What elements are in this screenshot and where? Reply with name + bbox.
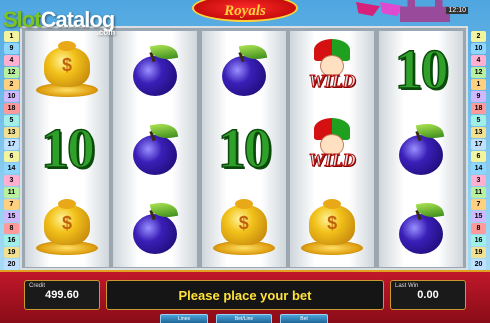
gold-bag-icon: $ (301, 199, 364, 257)
watermark: SlotCatalog .com (3, 7, 116, 37)
gold-bag-icon: $ (36, 199, 98, 257)
plum-icon (129, 41, 181, 96)
reel-cell: $ (202, 189, 286, 267)
payline-left-5[interactable]: 5 (4, 114, 19, 126)
reel-cell: 10 (379, 31, 463, 109)
payline-left-18[interactable]: 18 (4, 102, 19, 114)
status-message: Please place your bet (106, 280, 384, 310)
payline-left-9[interactable]: 9 (4, 42, 19, 54)
reel-1: $10 $ (25, 31, 109, 267)
game-logo: Royals (192, 0, 298, 22)
reel-cell (379, 189, 463, 267)
ten-symbol: 10 (40, 117, 96, 181)
game-scene: Royals 12:10 SlotCatalog .com 1 9 4 12 2 10 18… (0, 0, 490, 323)
payline-left-10[interactable]: 10 (4, 90, 19, 102)
payline-left-20[interactable]: 20 (4, 258, 19, 270)
payline-left-11[interactable]: 11 (4, 186, 19, 198)
payline-left-17[interactable]: 17 (4, 138, 19, 150)
payline-right-7[interactable]: 7 (471, 198, 486, 210)
payline-right-2[interactable]: 2 (471, 30, 486, 42)
reel-cell (202, 31, 286, 109)
payline-left-8[interactable]: 8 (4, 222, 19, 234)
payline-right-16[interactable]: 16 (471, 234, 486, 246)
reel-4: WILD WILD $ (290, 31, 375, 267)
payline-right-9[interactable]: 9 (471, 90, 486, 102)
reel-2 (113, 31, 198, 267)
ten-symbol: 10 (394, 38, 450, 102)
ten-symbol: 10 (217, 117, 273, 181)
payline-left-2[interactable]: 2 (4, 78, 19, 90)
payline-right-6[interactable]: 6 (471, 150, 486, 162)
reel-cell (113, 110, 197, 188)
payline-right-8[interactable]: 8 (471, 222, 486, 234)
payline-right-4[interactable]: 4 (471, 54, 486, 66)
payline-right-19[interactable]: 19 (471, 246, 486, 258)
payline-right-20[interactable]: 20 (471, 258, 486, 270)
gold-bag-icon: $ (36, 41, 98, 99)
plum-icon (395, 199, 447, 254)
clock: 12:10 (446, 7, 468, 14)
payline-right-10[interactable]: 10 (471, 42, 486, 54)
payline-left-16[interactable]: 16 (4, 234, 19, 246)
payline-left-3[interactable]: 3 (4, 174, 19, 186)
payline-right-14[interactable]: 14 (471, 162, 486, 174)
credit-display: Credit 499.60 (24, 280, 100, 310)
reel-cell (113, 31, 197, 109)
payline-right-15[interactable]: 15 (471, 210, 486, 222)
reel-area: $10 $10 $ WILD WILD $10 (20, 26, 468, 270)
plum-icon (129, 120, 181, 175)
payline-right-5[interactable]: 5 (471, 114, 486, 126)
payline-right-18[interactable]: 18 (471, 102, 486, 114)
reel-cell: WILD (290, 110, 374, 188)
payline-left-7[interactable]: 7 (4, 198, 19, 210)
castle-icon (400, 0, 450, 22)
reel-3: 10 $ (201, 31, 286, 267)
lines-button[interactable]: Lines (160, 314, 208, 323)
payline-right-12[interactable]: 12 (471, 66, 486, 78)
reel-cell: 10 (202, 110, 286, 188)
payline-left-4[interactable]: 4 (4, 54, 19, 66)
wild-jester-icon: WILD (298, 39, 366, 101)
reel-cell: $ (290, 189, 374, 267)
reel-5: 10 (378, 31, 463, 267)
plum-icon (129, 199, 181, 254)
reel-cell: WILD (290, 31, 374, 109)
flag-icon (356, 2, 380, 16)
payline-right-11[interactable]: 11 (471, 186, 486, 198)
reel-cell: $ (25, 31, 109, 109)
payline-left-14[interactable]: 14 (4, 162, 19, 174)
payline-left-15[interactable]: 15 (4, 210, 19, 222)
last-win-display: Last Win 0.00 (390, 280, 466, 310)
reel-cell: $ (25, 189, 109, 267)
payline-indicators-left: 1 9 4 12 2 10 18 5 13 17 6 14 3 11 7 15 8 16 19 20 (4, 30, 19, 270)
reel-cell: 10 (25, 110, 109, 188)
reel-cell (379, 110, 463, 188)
control-panel: Credit 499.60 Please place your bet Last… (0, 270, 490, 323)
plum-icon (218, 41, 270, 96)
payline-right-17[interactable]: 17 (471, 138, 486, 150)
payline-left-12[interactable]: 12 (4, 66, 19, 78)
payline-left-19[interactable]: 19 (4, 246, 19, 258)
bet-per-line-button[interactable]: Bet/Line (216, 314, 272, 323)
bet-button[interactable]: Bet (280, 314, 328, 323)
payline-left-6[interactable]: 6 (4, 150, 19, 162)
plum-icon (395, 120, 447, 175)
gold-bag-icon: $ (212, 199, 275, 257)
payline-indicators-right: 2 10 4 12 1 9 18 5 13 17 6 14 3 11 7 15 8 16 19 20 (471, 30, 486, 270)
reel-cell (113, 189, 197, 267)
payline-right-3[interactable]: 3 (471, 174, 486, 186)
wild-jester-icon: WILD (298, 118, 366, 180)
payline-left-13[interactable]: 13 (4, 126, 19, 138)
payline-right-13[interactable]: 13 (471, 126, 486, 138)
payline-right-1[interactable]: 1 (471, 78, 486, 90)
